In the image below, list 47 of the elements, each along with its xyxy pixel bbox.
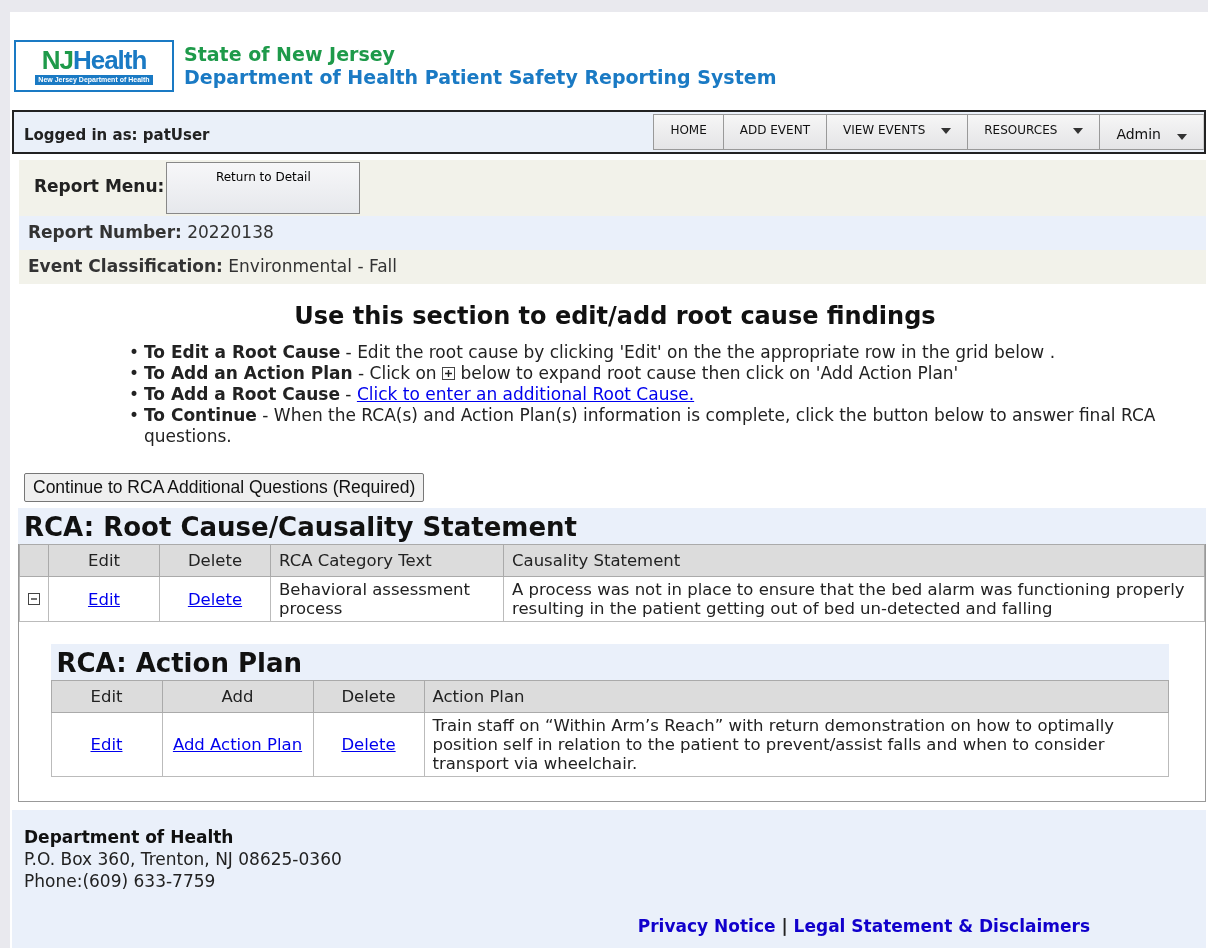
- state-title: State of New Jersey: [184, 43, 396, 66]
- instruction-item: To Add a Root Cause - Click to enter an additional Root Cause.: [144, 384, 695, 405]
- menu-item[interactable]: VIEW EVENTS: [825, 114, 969, 150]
- column-header: RCA Category Text: [270, 544, 504, 577]
- section-heading: Use this section to edit/add root cause findings: [293, 302, 937, 330]
- edit-link[interactable]: Edit: [90, 735, 123, 754]
- menu-item[interactable]: HOME: [653, 114, 724, 150]
- separator: |: [780, 916, 789, 936]
- table-cell: Behavioral assessment process: [279, 580, 470, 618]
- bullet: •: [129, 384, 141, 405]
- menu-item[interactable]: ADD EVENT: [722, 114, 827, 150]
- instruction-item: To Edit a Root Cause - Edit the root cause by clicking 'Edit' on the the appropriate row in the grid below .: [144, 342, 1056, 363]
- column-header: Edit: [48, 544, 160, 577]
- footer-link[interactable]: Privacy Notice: [637, 916, 776, 936]
- bullet: •: [129, 405, 141, 427]
- column-header: Add: [162, 680, 313, 713]
- column-header: Edit: [51, 680, 162, 713]
- report-info-row: Event Classification: Environmental - Fall: [19, 250, 1206, 284]
- menu-item[interactable]: Admin: [1099, 114, 1204, 150]
- column-header: Delete: [313, 680, 424, 713]
- footer-phone: Phone:(609) 633-7759: [24, 870, 217, 892]
- collapse-icon[interactable]: [28, 592, 40, 605]
- return-to-detail-button[interactable]: Return to Detail: [166, 162, 361, 214]
- footer-org: Department of Health: [24, 826, 235, 848]
- action-plan-title: RCA: Action Plan: [50, 644, 1169, 680]
- menu-item[interactable]: RESOURCES: [967, 114, 1101, 150]
- root-cause-title: RCA: Root Cause/Causality Statement: [18, 508, 1206, 544]
- instruction-item: To Continue - When the RCA(s) and Action Plan(s) information is complete, click the button below to answer final RCA questions.: [144, 405, 1157, 447]
- continue-button[interactable]: Continue to RCA Additional Questions (Required): [24, 473, 425, 502]
- table-cell: Train staff on “Within Arm’s Reach” with return demonstration on how to optimally position self in relation to the patient to prevent/assist falls and when to consider transport via wheelchair.: [432, 716, 1115, 773]
- footer-address: P.O. Box 360, Trenton, NJ 08625-0360: [24, 848, 342, 870]
- add-root-cause-link[interactable]: Click to enter an additional Root Cause.: [356, 384, 695, 404]
- edit-link[interactable]: Edit: [88, 589, 120, 609]
- report-menu-label: Report Menu:: [34, 176, 165, 196]
- instruction-item: To Add an Action Plan - Click on below to expand root cause then click on 'Add Action Plan': [144, 363, 959, 384]
- bullet: •: [129, 342, 141, 363]
- delete-link[interactable]: Delete: [341, 735, 396, 754]
- report-info-row: Report Number: 20220138: [19, 216, 1206, 250]
- plus-box-icon: [442, 367, 456, 380]
- table-cell: A process was not in place to ensure that the bed alarm was functioning properly resulting in the patient getting out of bed un-detected and falling: [512, 580, 1185, 618]
- column-header: Action Plan: [424, 680, 1168, 713]
- logged-in-label: Logged in as: patUser: [24, 126, 210, 144]
- column-header: Delete: [159, 544, 271, 577]
- system-title: Department of Health Patient Safety Reporting System: [184, 66, 777, 89]
- column-header: Causality Statement: [503, 544, 1205, 577]
- bullet: •: [129, 363, 141, 384]
- footer-link[interactable]: Legal Statement & Disclaimers: [793, 916, 1090, 936]
